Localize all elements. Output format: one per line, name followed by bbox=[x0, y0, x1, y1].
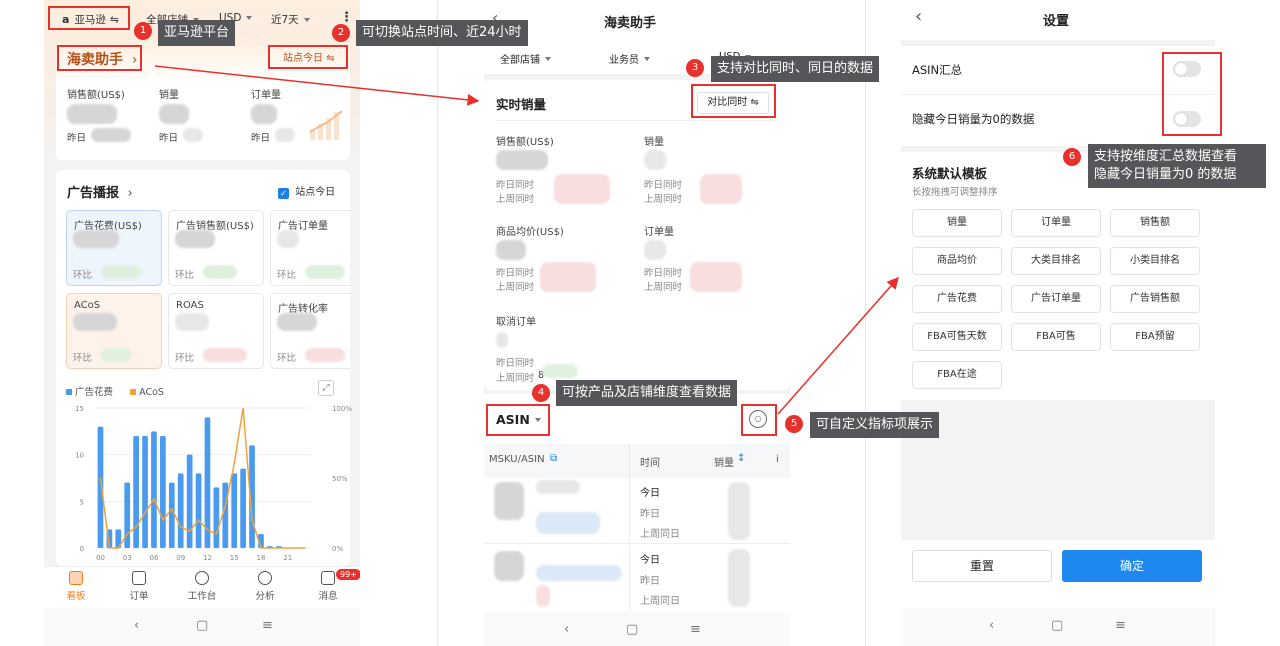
highlight-helper-title bbox=[57, 45, 142, 71]
annotation-number-4: 4 bbox=[532, 384, 550, 402]
annotation-6: 支持按维度汇总数据查看 隐藏今日销量为0 的数据 bbox=[1088, 144, 1266, 188]
highlight-toggles bbox=[1162, 52, 1222, 136]
arrow-settings-to-settings-screen bbox=[777, 276, 899, 415]
annotation-arrows bbox=[154, 65, 899, 415]
annotation-number-1: 1 bbox=[134, 22, 152, 40]
annotation-3: 支持对比同时、同日的数据 bbox=[711, 56, 880, 82]
annotation-number-6: 6 bbox=[1063, 148, 1081, 166]
highlight-compare bbox=[691, 84, 776, 118]
highlight-platform bbox=[48, 6, 130, 30]
annotation-2: 可切换站点时间、近24小时 bbox=[356, 20, 528, 46]
highlight-site-today bbox=[268, 45, 348, 69]
arrow-helper-to-realtime bbox=[154, 65, 480, 106]
annotation-6-line-1: 支持按维度汇总数据查看 bbox=[1094, 149, 1238, 164]
annotation-number-2: 2 bbox=[332, 24, 350, 42]
annotation-4: 可按产品及店铺维度查看数据 bbox=[556, 380, 738, 406]
annotation-6-line-2: 隐藏今日销量为0 的数据 bbox=[1094, 167, 1237, 182]
annotation-5: 可自定义指标项展示 bbox=[810, 412, 940, 438]
highlight-settings bbox=[741, 404, 777, 436]
annotation-number-3: 3 bbox=[686, 59, 704, 77]
annotation-1: 亚马逊平台 bbox=[158, 20, 236, 46]
highlight-asin bbox=[486, 404, 550, 436]
annotation-number-5: 5 bbox=[785, 415, 803, 433]
